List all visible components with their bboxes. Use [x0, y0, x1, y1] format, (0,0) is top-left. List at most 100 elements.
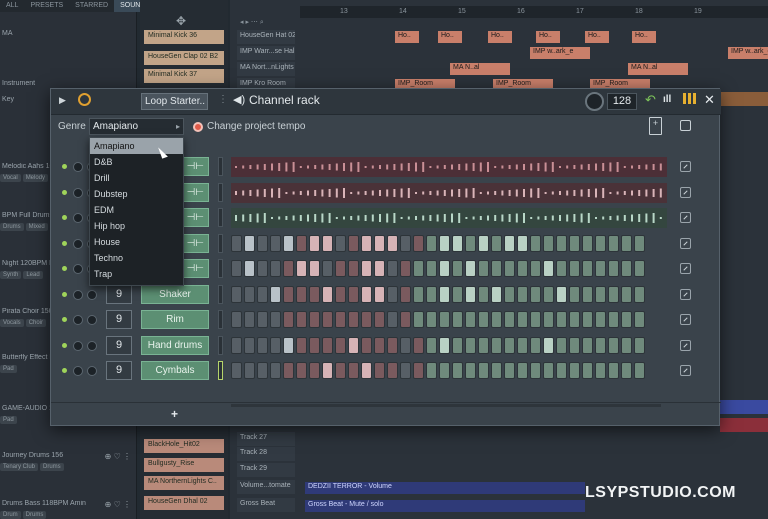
step-button[interactable]: [491, 362, 502, 379]
undo-arrow-icon[interactable]: ↶: [645, 92, 656, 108]
step-button[interactable]: [556, 260, 567, 277]
step-button[interactable]: [296, 311, 307, 328]
step-button[interactable]: [582, 234, 593, 252]
playlist-track-header[interactable]: Volume...tomate: [237, 480, 295, 494]
step-button[interactable]: [439, 260, 450, 277]
step-button[interactable]: [231, 285, 242, 303]
step-button[interactable]: [478, 336, 489, 354]
pattern-item[interactable]: Bullgusty_Rise: [144, 458, 224, 472]
swing-knob[interactable]: [585, 92, 604, 111]
step-button[interactable]: [270, 311, 281, 328]
step-button[interactable]: [582, 336, 593, 354]
browser-item[interactable]: Drums Bass 118BPM Amin Drum Drums ⊕ ♡ ⋮: [0, 500, 137, 519]
step-button[interactable]: [621, 260, 632, 277]
channel-edit-icon[interactable]: [680, 186, 691, 198]
graph-bars-icon[interactable]: ıll: [663, 94, 671, 105]
genre-option[interactable]: Dubstep: [90, 186, 183, 202]
step-button[interactable]: [244, 311, 255, 328]
genre-option[interactable]: Amapiano: [90, 138, 183, 154]
pattern-item[interactable]: HouseGen Dhal 02: [144, 496, 224, 510]
step-button[interactable]: [556, 311, 567, 328]
step-button[interactable]: [374, 260, 385, 277]
step-button[interactable]: [452, 285, 463, 303]
step-button[interactable]: [530, 234, 541, 252]
channel-name-button[interactable]: Hand drums: [141, 335, 209, 355]
pattern-item[interactable]: MA NorthernLights C..: [144, 476, 224, 490]
step-button[interactable]: [452, 260, 463, 277]
step-button[interactable]: [296, 260, 307, 277]
browser-item[interactable]: MA: [0, 30, 137, 37]
step-button[interactable]: [322, 336, 333, 354]
playlist-track-header[interactable]: Track 29: [237, 463, 295, 477]
step-button[interactable]: [335, 362, 346, 379]
channel-mixer-track[interactable]: 9: [106, 335, 132, 355]
genre-dropdown[interactable]: Amapiano ▸: [89, 118, 184, 135]
step-button[interactable]: [231, 362, 242, 379]
step-button[interactable]: [491, 311, 502, 328]
step-button[interactable]: [465, 234, 476, 252]
playlist-track-header[interactable]: MA Nort...nLights: [237, 62, 295, 76]
pattern-item[interactable]: Minimal Kick 37: [144, 69, 224, 83]
step-button[interactable]: [582, 311, 593, 328]
channel-select-indicator[interactable]: [218, 361, 223, 380]
playlist-clip[interactable]: Ho..: [438, 31, 462, 43]
step-button[interactable]: [478, 234, 489, 252]
step-button[interactable]: [335, 285, 346, 303]
step-button[interactable]: [582, 260, 593, 277]
step-button[interactable]: [400, 362, 411, 379]
channel-pan-knob[interactable]: [87, 289, 97, 300]
step-button[interactable]: [465, 285, 476, 303]
step-button[interactable]: [543, 336, 554, 354]
play-arrow-icon[interactable]: ▶: [59, 95, 66, 106]
step-button[interactable]: [309, 311, 320, 328]
step-button[interactable]: [465, 336, 476, 354]
step-button[interactable]: [296, 234, 307, 252]
step-button[interactable]: [309, 234, 320, 252]
automation-clip[interactable]: Gross Beat - Mute / solo: [305, 500, 585, 512]
genre-option[interactable]: House: [90, 234, 183, 250]
step-button[interactable]: [595, 362, 606, 379]
channel-select-indicator[interactable]: [218, 208, 223, 227]
step-button[interactable]: [348, 362, 359, 379]
step-button[interactable]: [322, 285, 333, 303]
step-button[interactable]: [426, 234, 437, 252]
step-button[interactable]: [296, 362, 307, 379]
step-button[interactable]: [634, 260, 645, 277]
playlist-clip-block[interactable]: [720, 418, 768, 432]
step-button[interactable]: [335, 260, 346, 277]
step-button[interactable]: [231, 311, 242, 328]
step-button[interactable]: [556, 234, 567, 252]
step-button[interactable]: [556, 285, 567, 303]
step-button[interactable]: [400, 234, 411, 252]
step-button[interactable]: [517, 362, 528, 379]
step-button[interactable]: [387, 311, 398, 328]
channel-select-indicator[interactable]: [218, 157, 223, 176]
step-button[interactable]: [322, 234, 333, 252]
step-button[interactable]: [504, 362, 515, 379]
step-button[interactable]: [530, 311, 541, 328]
pattern-item[interactable]: HouseGen Clap 02 B2: [144, 51, 224, 65]
step-button[interactable]: [595, 260, 606, 277]
step-button[interactable]: [478, 362, 489, 379]
channel-pan-knob[interactable]: [87, 366, 97, 376]
step-button[interactable]: [270, 234, 281, 252]
step-button[interactable]: [491, 285, 502, 303]
channel-mixer-track[interactable]: 9: [106, 310, 132, 329]
step-button[interactable]: [543, 285, 554, 303]
channel-mixer-track[interactable]: 9: [106, 284, 132, 304]
step-button[interactable]: [413, 336, 424, 354]
channel-edit-icon[interactable]: [680, 314, 691, 325]
genre-option[interactable]: EDM: [90, 202, 183, 218]
playlist-clip[interactable]: IMP w..ark_e: [728, 47, 768, 59]
channel-mixer-track[interactable]: 9: [106, 361, 132, 380]
step-button[interactable]: [270, 362, 281, 379]
step-button[interactable]: [608, 336, 619, 354]
genre-option[interactable]: Trap: [90, 266, 183, 282]
step-button[interactable]: [465, 362, 476, 379]
step-button[interactable]: [491, 336, 502, 354]
step-button[interactable]: [400, 311, 411, 328]
channel-mute-led[interactable]: [62, 189, 67, 195]
step-button[interactable]: [361, 234, 372, 252]
channel-select-indicator[interactable]: [218, 335, 223, 355]
step-button[interactable]: [361, 311, 372, 328]
